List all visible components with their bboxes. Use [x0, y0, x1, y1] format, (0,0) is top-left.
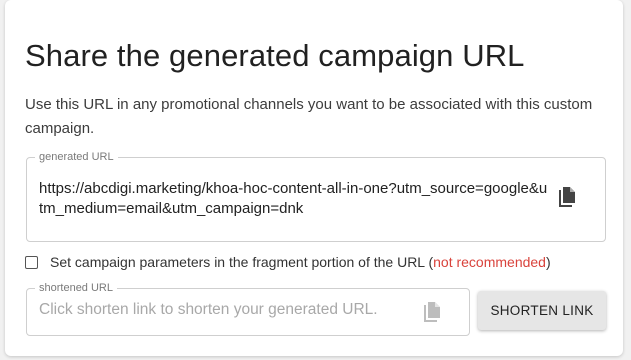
fragment-option[interactable]: Set campaign parameters in the fragment …	[25, 252, 551, 272]
card-title: Share the generated campaign URL	[25, 38, 525, 73]
generated-url-field: generated URL https://abcdigi.marketing/…	[26, 150, 606, 242]
fragment-option-label: Set campaign parameters in the fragment …	[50, 254, 551, 270]
not-recommended-warning: not recommended	[433, 254, 546, 270]
fragment-checkbox[interactable]	[25, 255, 38, 269]
copy-icon[interactable]	[556, 186, 578, 210]
generated-url-text[interactable]: https://abcdigi.marketing/khoa-hoc-conte…	[39, 179, 551, 219]
share-url-card: Share the generated campaign URL Use thi…	[5, 0, 623, 356]
shortened-url-field: shortened URL	[26, 281, 470, 336]
shortened-url-input[interactable]	[39, 301, 409, 319]
copy-icon	[421, 301, 443, 325]
generated-url-legend: generated URL	[35, 150, 118, 164]
shorten-link-button[interactable]: SHORTEN LINK	[478, 291, 606, 330]
shortened-url-legend: shortened URL	[35, 281, 117, 295]
card-description: Use this URL in any promotional channels…	[25, 96, 593, 137]
